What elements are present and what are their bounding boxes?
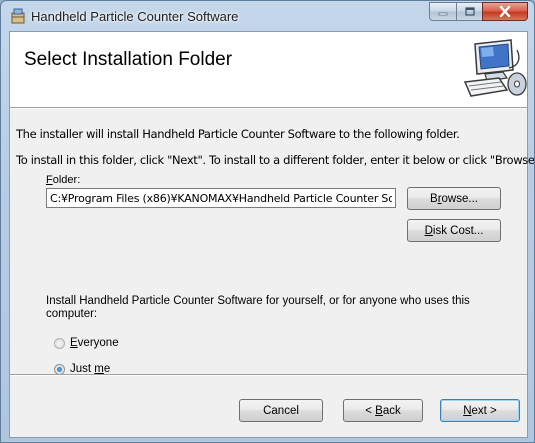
disk-cost-button[interactable]: Disk Cost...: [407, 219, 501, 242]
back-label-post: ack: [382, 404, 401, 417]
close-button[interactable]: [482, 2, 528, 21]
next-label-post: ext >: [471, 404, 497, 417]
everyone-label-rest: veryone: [77, 337, 119, 349]
header-banner: Select Installation Folder: [10, 32, 527, 108]
close-icon: [499, 6, 511, 17]
everyone-radio-label: Everyone: [70, 337, 119, 349]
cancel-label: Cancel: [263, 404, 299, 417]
disk-cost-label-accelerator: D: [424, 224, 433, 237]
description-line-2: To install in this folder, click "Next".…: [16, 153, 535, 167]
maximize-button[interactable]: [456, 2, 482, 21]
install-scope-prompt: Install Handheld Particle Counter Softwa…: [46, 295, 470, 320]
maximize-icon: [464, 7, 475, 16]
footer-separator: [10, 374, 527, 376]
browse-button[interactable]: Br owse...: [407, 187, 501, 210]
caption-buttons: [429, 2, 528, 22]
dialog-client-area: Select Installation Folder The installer: [9, 31, 534, 438]
folder-label-accelerator: F: [46, 174, 53, 186]
next-button[interactable]: Next >: [440, 399, 520, 422]
next-label-accelerator: N: [463, 404, 472, 417]
folder-label-text: older:: [52, 174, 81, 186]
installer-window: Handheld Particle Counter Software Selec…: [0, 0, 535, 443]
everyone-radio-button[interactable]: [54, 337, 65, 349]
just-me-radio-button[interactable]: [54, 363, 65, 375]
cancel-button[interactable]: Cancel: [239, 399, 323, 422]
browse-label-pre: B: [430, 192, 438, 205]
everyone-accelerator: E: [70, 337, 78, 349]
folder-label: Folder:: [46, 174, 80, 186]
description-line-1: The installer will install Handheld Part…: [16, 127, 460, 141]
folder-path-input[interactable]: [46, 188, 396, 208]
computer-install-icon: [463, 39, 527, 97]
back-label-accelerator: B: [375, 404, 383, 417]
title-bar[interactable]: Handheld Particle Counter Software: [1, 1, 534, 31]
everyone-radio-option[interactable]: Everyone: [54, 337, 119, 349]
window-title: Handheld Particle Counter Software: [31, 9, 239, 24]
installer-app-icon: [11, 8, 25, 24]
back-button[interactable]: < Back: [343, 399, 423, 422]
minimize-button[interactable]: [429, 2, 456, 21]
disk-cost-label-post: isk Cost...: [432, 224, 484, 237]
browse-label-post: owse...: [441, 192, 478, 205]
page-title: Select Installation Folder: [24, 49, 233, 70]
back-label-pre: <: [365, 404, 376, 417]
minimize-icon: [438, 12, 448, 15]
